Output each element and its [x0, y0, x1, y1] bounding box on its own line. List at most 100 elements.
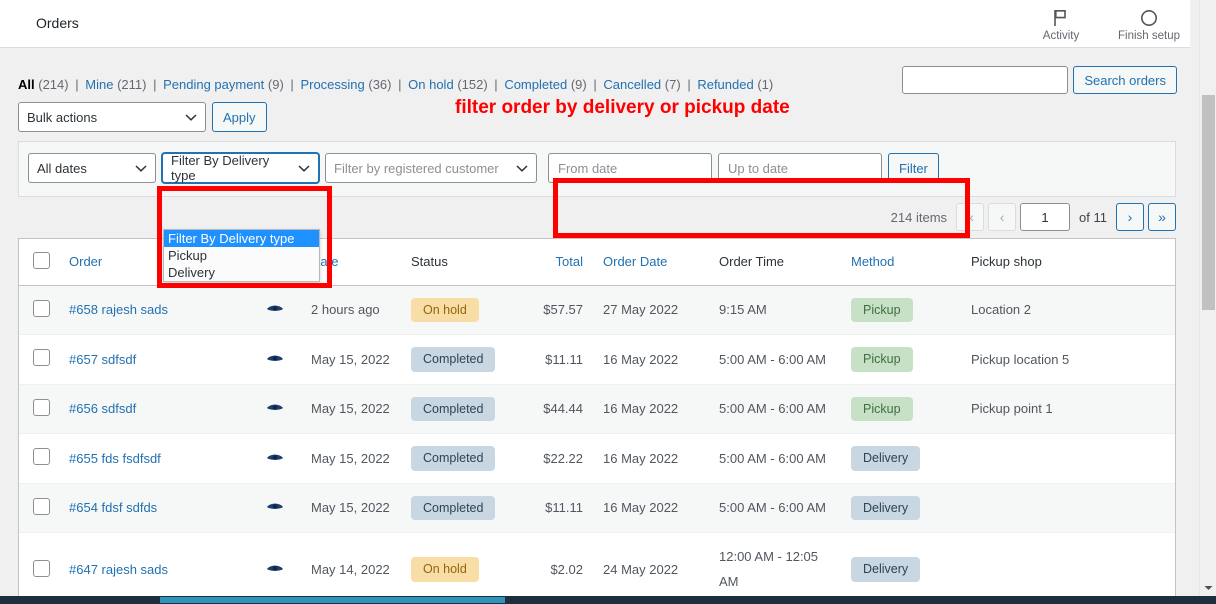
status-filter-completed[interactable]: Completed	[504, 77, 567, 92]
status-filter-mine-count: (211)	[117, 77, 147, 92]
search-input[interactable]	[902, 66, 1069, 94]
row-status-cell: On hold	[401, 532, 521, 604]
row-preview-cell	[249, 284, 301, 335]
row-order-cell: #657 sdfsdf	[59, 334, 249, 384]
row-pickup-shop-cell	[961, 433, 1175, 483]
row-checkbox[interactable]	[33, 349, 50, 367]
customer-filter-placeholder: Filter by registered customer	[334, 160, 499, 176]
status-filter-mine[interactable]: Mine	[85, 77, 113, 92]
current-page-input[interactable]	[1020, 203, 1071, 231]
customer-filter-select[interactable]: Filter by registered customer	[325, 153, 537, 183]
row-order-date-cell: 16 May 2022	[593, 383, 709, 434]
status-filter-pending-payment[interactable]: Pending payment	[163, 77, 264, 92]
all-dates-value: All dates	[37, 160, 87, 176]
row-pickup-shop-cell: Location 2	[961, 284, 1175, 335]
row-order-time-cell: 5:00 AM - 6:00 AM	[709, 383, 841, 434]
row-date-cell: May 15, 2022	[301, 433, 401, 483]
status-filter-refunded-count: (1)	[757, 77, 774, 92]
eye-icon[interactable]	[266, 302, 284, 317]
row-checkbox[interactable]	[33, 398, 50, 416]
eye-icon[interactable]	[266, 401, 284, 416]
dropdown-option-delivery[interactable]: Delivery	[164, 264, 319, 281]
orders-table-body: #658 rajesh sads 2 hours ago On hold $57…	[19, 284, 1175, 604]
prev-page-button[interactable]: ‹	[988, 203, 1017, 231]
status-badge: Completed	[411, 495, 496, 520]
order-link[interactable]: #647 rajesh sads	[69, 562, 168, 577]
eye-icon[interactable]	[266, 562, 284, 577]
first-page-button[interactable]: «	[956, 203, 985, 231]
up-to-date-input[interactable]	[718, 153, 882, 183]
row-checkbox[interactable]	[33, 448, 50, 466]
method-badge: Pickup	[851, 396, 913, 421]
status-filter-on-hold[interactable]: On hold	[408, 77, 454, 92]
method-badge: Delivery	[851, 446, 921, 471]
annotation-text: filter order by delivery or pickup date	[455, 97, 790, 118]
status-badge: On hold	[411, 297, 479, 322]
separator: |	[494, 77, 498, 92]
horizontal-scrollbar[interactable]	[0, 596, 1216, 604]
order-link[interactable]: #658 rajesh sads	[69, 302, 168, 317]
delivery-type-value: Filter By Delivery type	[171, 153, 270, 183]
method-badge: Pickup	[851, 347, 913, 372]
header-method[interactable]: Method	[841, 239, 961, 286]
row-checkbox[interactable]	[33, 559, 50, 577]
table-row: #657 sdfsdf May 15, 2022 Completed $11.1…	[19, 334, 1175, 384]
delivery-type-dropdown-list[interactable]: Filter By Delivery type Pickup Delivery	[163, 229, 320, 282]
dropdown-option-pickup[interactable]: Pickup	[164, 247, 319, 264]
pagination: 214 items « ‹ of 11 › »	[891, 203, 1176, 231]
status-filter-processing[interactable]: Processing	[300, 77, 364, 92]
row-method-cell: Delivery	[841, 433, 961, 483]
row-method-cell: Delivery	[841, 482, 961, 533]
order-link[interactable]: #656 sdfsdf	[69, 401, 136, 416]
order-link[interactable]: #655 fds fsdfsdf	[69, 451, 161, 466]
eye-icon[interactable]	[266, 451, 284, 466]
row-pickup-shop-cell	[961, 482, 1175, 533]
table-row: #656 sdfsdf May 15, 2022 Completed $44.4…	[19, 383, 1175, 434]
row-checkbox[interactable]	[33, 299, 50, 317]
order-link[interactable]: #654 fdsf sdfds	[69, 500, 157, 515]
activity-button[interactable]: Activity	[1030, 2, 1092, 42]
status-filter-cancelled[interactable]: Cancelled	[603, 77, 661, 92]
header-pickup-shop: Pickup shop	[961, 239, 1175, 286]
order-link[interactable]: #657 sdfsdf	[69, 352, 136, 367]
vertical-scrollbar-thumb[interactable]	[1202, 95, 1215, 310]
row-preview-cell	[249, 383, 301, 434]
row-order-cell: #655 fds fsdfsdf	[59, 433, 249, 483]
row-checkbox-cell	[19, 532, 59, 604]
separator: |	[398, 77, 402, 92]
filter-bar-controls: All dates Filter By Delivery type Filter…	[28, 153, 939, 183]
row-date-cell: May 15, 2022	[301, 334, 401, 384]
row-order-date-cell: 16 May 2022	[593, 482, 709, 533]
header-order-date[interactable]: Order Date	[593, 239, 709, 286]
next-page-button[interactable]: ›	[1116, 203, 1144, 231]
row-checkbox-cell	[19, 383, 59, 434]
row-checkbox[interactable]	[33, 497, 50, 515]
status-filter-all[interactable]: All	[18, 77, 35, 92]
last-page-button[interactable]: »	[1148, 203, 1176, 231]
flag-icon	[1053, 7, 1069, 29]
select-all-checkbox[interactable]	[33, 251, 50, 269]
scroll-down-arrow-icon[interactable]	[1200, 579, 1216, 596]
dropdown-option-filter-by-delivery-type[interactable]: Filter By Delivery type	[164, 230, 319, 247]
horizontal-scrollbar-thumb[interactable]	[160, 597, 505, 603]
search-orders-button[interactable]: Search orders	[1073, 66, 1177, 94]
status-filter-refunded[interactable]: Refunded	[697, 77, 753, 92]
vertical-scrollbar[interactable]	[1199, 0, 1216, 596]
all-dates-select[interactable]: All dates	[28, 153, 156, 183]
row-status-cell: On hold	[401, 284, 521, 335]
header-total[interactable]: Total	[521, 239, 593, 286]
row-order-time-cell: 9:15 AM	[709, 284, 841, 335]
eye-icon[interactable]	[266, 500, 284, 515]
from-date-input[interactable]	[548, 153, 712, 183]
row-status-cell: Completed	[401, 482, 521, 533]
delivery-type-select[interactable]: Filter By Delivery type	[162, 153, 319, 183]
filter-button[interactable]: Filter	[888, 153, 939, 183]
customer-select-wrap: Filter by registered customer	[325, 153, 537, 183]
finish-setup-button[interactable]: Finish setup	[1118, 2, 1180, 42]
row-total-cell: $11.11	[521, 334, 593, 384]
method-badge: Pickup	[851, 297, 913, 322]
apply-button[interactable]: Apply	[212, 102, 267, 132]
eye-icon[interactable]	[266, 352, 284, 367]
row-method-cell: Pickup	[841, 334, 961, 384]
bulk-actions-select[interactable]: Bulk actions	[18, 102, 206, 132]
